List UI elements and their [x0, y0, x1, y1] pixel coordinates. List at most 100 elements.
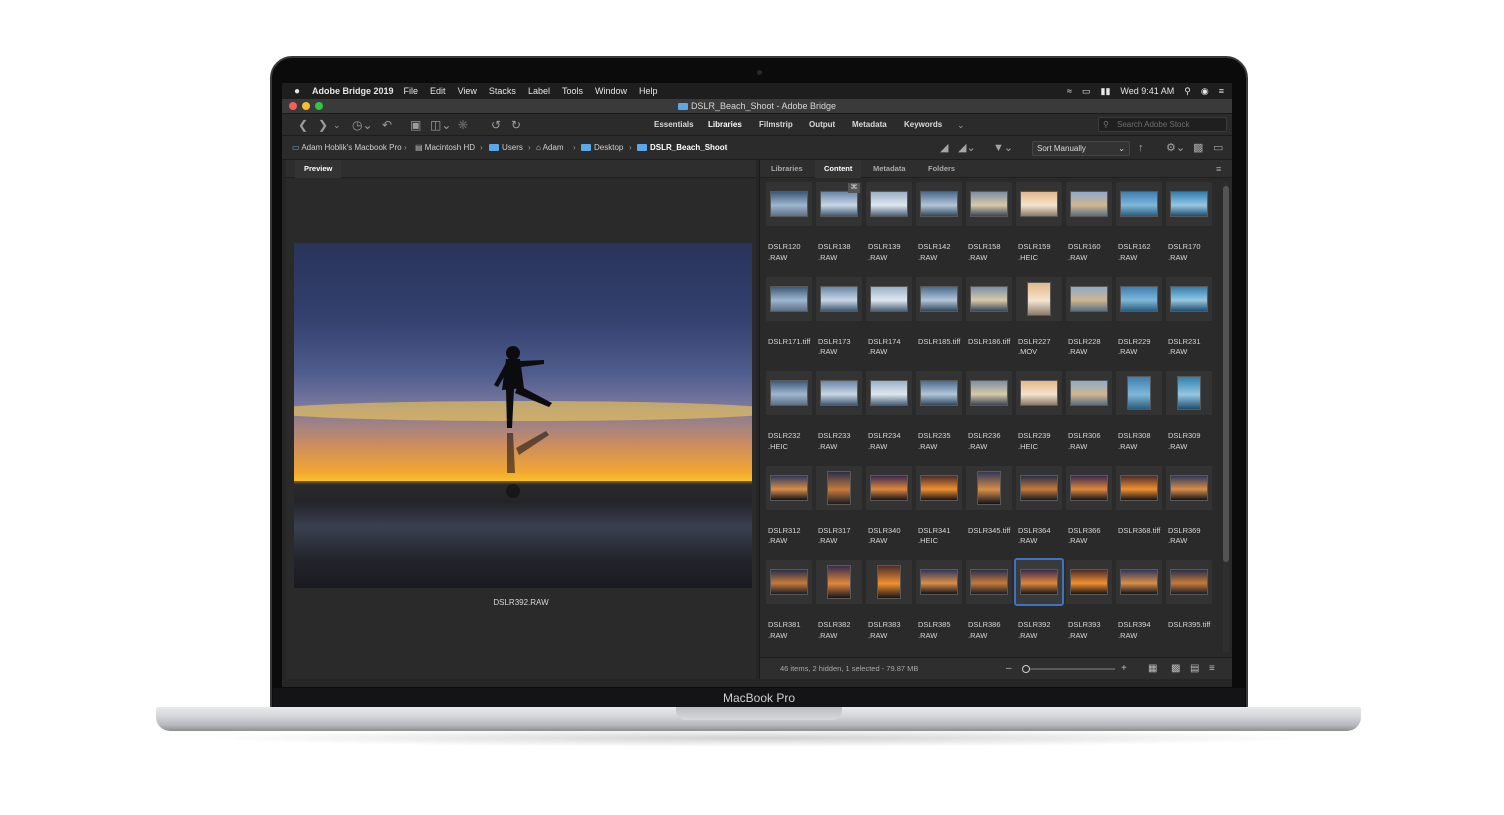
workspace-menu-chevron-icon[interactable]: ⌄ — [957, 118, 965, 132]
thumbnail-frame[interactable] — [1116, 182, 1162, 226]
thumbnail-frame[interactable] — [816, 276, 862, 321]
panel-menu-icon[interactable]: ≡ — [1216, 160, 1221, 178]
thumbnail-frame[interactable] — [1116, 465, 1162, 510]
tab-folders[interactable]: Folders — [928, 160, 955, 178]
list-view-icon[interactable]: ≡ — [1209, 658, 1215, 680]
thumbnail-frame[interactable] — [766, 560, 812, 604]
workspace-filmstrip[interactable]: Filmstrip — [759, 114, 793, 136]
thumbnail-item[interactable]: DSLR381 .RAW — [766, 560, 814, 652]
thumbnail-item[interactable]: DSLR312 .RAW — [766, 465, 814, 558]
thumbnail-item[interactable]: DSLR228 .RAW — [1066, 276, 1114, 369]
recent-folders-icon[interactable]: ⚙⌄ — [1166, 141, 1185, 155]
grid-lock-icon[interactable]: ▦ — [1148, 658, 1157, 680]
thumbnail-item[interactable]: DSLR392 .RAW — [1014, 558, 1064, 652]
airplay-icon[interactable]: ▭ — [1082, 86, 1091, 97]
thumbnail-frame[interactable] — [766, 182, 812, 226]
thumbnail-item[interactable]: DSLR170 .RAW — [1166, 182, 1214, 274]
thumbnail-frame[interactable] — [816, 560, 862, 604]
thumbnail-frame[interactable] — [966, 276, 1012, 321]
thumbnail-item[interactable]: DSLR395.tiff — [1166, 560, 1214, 652]
thumbnail-item[interactable]: DSLR239 .HEIC — [1016, 371, 1064, 463]
open-in-camera-raw-icon[interactable]: ❋ — [458, 118, 468, 132]
battery-icon[interactable]: ▮▮ — [1101, 86, 1111, 97]
thumbnail-item[interactable]: DSLR232 .HEIC — [766, 371, 814, 463]
thumbnail-item[interactable]: DSLR227 .MOV — [1016, 276, 1064, 369]
thumbnail-item[interactable]: DSLR364 .RAW — [1016, 465, 1064, 558]
workspace-keywords[interactable]: Keywords — [904, 114, 942, 136]
thumbnail-item[interactable]: DSLR120 .RAW — [766, 182, 814, 274]
thumbnail-frame[interactable] — [866, 182, 912, 226]
menu-help[interactable]: Help — [639, 86, 658, 96]
thumbnail-frame[interactable] — [916, 182, 962, 226]
thumbnail-frame[interactable] — [866, 465, 912, 510]
thumbnail-frame[interactable] — [966, 465, 1012, 510]
spotlight-search-icon[interactable]: ⚲ — [1184, 86, 1191, 97]
thumbnail-item[interactable]: DSLR341 .HEIC — [916, 465, 964, 558]
menu-edit[interactable]: Edit — [430, 86, 446, 96]
thumbnail-frame[interactable] — [816, 465, 862, 510]
breadcrumb-adam[interactable]: ⌂ Adam — [536, 136, 564, 160]
thumbnail-item[interactable]: DSLR345.tiff — [966, 465, 1014, 558]
thumbnail-frame[interactable] — [1016, 276, 1062, 321]
reveal-icon[interactable]: ↶ — [382, 118, 392, 132]
thumbnail-frame[interactable] — [966, 371, 1012, 415]
thumbnail-item[interactable]: DSLR171.tiff — [766, 276, 814, 369]
thumbnail-item[interactable]: DSLR383 .RAW — [866, 560, 914, 652]
thumbnail-frame[interactable] — [1066, 371, 1112, 415]
thumbnail-item[interactable]: DSLR366 .RAW — [1066, 465, 1114, 558]
filter-icon[interactable]: ▼⌄ — [993, 141, 1013, 155]
thumbnail-frame[interactable] — [866, 276, 912, 321]
thumbnail-item[interactable]: DSLR234 .RAW — [866, 371, 914, 463]
thumbnail-size-slider[interactable] — [1022, 665, 1115, 673]
thumbnail-frame[interactable] — [816, 371, 862, 415]
thumbnail-frame[interactable] — [1016, 371, 1062, 415]
app-menu[interactable]: Adobe Bridge 2019 — [312, 86, 394, 96]
thumbnail-item[interactable]: DSLR393 .RAW — [1066, 560, 1114, 652]
back-icon[interactable]: ❮ — [298, 118, 308, 132]
thumbnail-frame[interactable] — [1166, 371, 1212, 415]
refine-icon[interactable]: ◫⌄ — [430, 118, 451, 132]
breadcrumb-computer[interactable]: ▭ Adam Hoblik's Macbook Pro — [292, 136, 402, 160]
thumbnail-frame[interactable] — [1166, 182, 1212, 226]
thumbnail-frame[interactable] — [916, 371, 962, 415]
thumbnail-item[interactable]: DSLR229 .RAW — [1116, 276, 1164, 369]
thumbnail-frame[interactable] — [1066, 182, 1112, 226]
thumbnail-frame[interactable] — [1016, 182, 1062, 226]
thumbnail-frame[interactable] — [966, 182, 1012, 226]
menu-tools[interactable]: Tools — [562, 86, 583, 96]
tab-libraries[interactable]: Libraries — [771, 160, 803, 178]
thumbnail-frame[interactable] — [766, 276, 812, 321]
thumbnail-frame[interactable] — [1166, 560, 1212, 604]
breadcrumb-desktop[interactable]: Desktop — [581, 136, 623, 160]
thumbnail-frame[interactable] — [1116, 276, 1162, 321]
thumbnail-item[interactable]: DSLR173 .RAW — [816, 276, 864, 369]
thumbnail-item[interactable]: DSLR394 .RAW — [1116, 560, 1164, 652]
thumbnail-frame[interactable] — [1066, 276, 1112, 321]
quality-options-icon[interactable]: ◢⌄ — [958, 141, 976, 155]
notification-center-icon[interactable]: ≡ — [1219, 86, 1224, 96]
thumbnail-view-icon[interactable]: ▩ — [1171, 658, 1180, 680]
thumbnail-frame[interactable] — [1166, 276, 1212, 321]
thumbnail-item[interactable]: DSLR236 .RAW — [966, 371, 1014, 463]
thumbnail-item[interactable]: DSLR308 .RAW — [1116, 371, 1164, 463]
thumbnail-frame[interactable] — [1066, 560, 1112, 604]
tab-content[interactable]: Content — [815, 160, 862, 178]
quality-icon[interactable]: ◢ — [940, 141, 948, 155]
thumbnail-item[interactable]: DSLR162 .RAW — [1116, 182, 1164, 274]
slider-knob[interactable] — [1022, 665, 1030, 673]
thumbnail-item[interactable]: DSLR306 .RAW — [1066, 371, 1114, 463]
menu-stacks[interactable]: Stacks — [489, 86, 516, 96]
thumbnail-item[interactable]: DSLR385 .RAW — [916, 560, 964, 652]
zoom-in-icon[interactable]: + — [1121, 658, 1127, 680]
menu-window[interactable]: Window — [595, 86, 627, 96]
thumbnail-item[interactable]: DSLR382 .RAW — [816, 560, 864, 652]
breadcrumb-users[interactable]: Users — [489, 136, 523, 160]
thumbnail-frame[interactable] — [766, 465, 812, 510]
scrollbar-thumb[interactable] — [1223, 186, 1229, 562]
thumbnail-frame[interactable] — [866, 371, 912, 415]
thumbnail-item[interactable]: DSLR231 .RAW — [1166, 276, 1214, 369]
apple-icon[interactable]: ● — [282, 86, 312, 97]
thumbnail-item[interactable]: DSLR142 .RAW — [916, 182, 964, 274]
new-folder-icon[interactable]: ▩ — [1193, 141, 1203, 155]
thumbnail-frame[interactable] — [1066, 465, 1112, 510]
